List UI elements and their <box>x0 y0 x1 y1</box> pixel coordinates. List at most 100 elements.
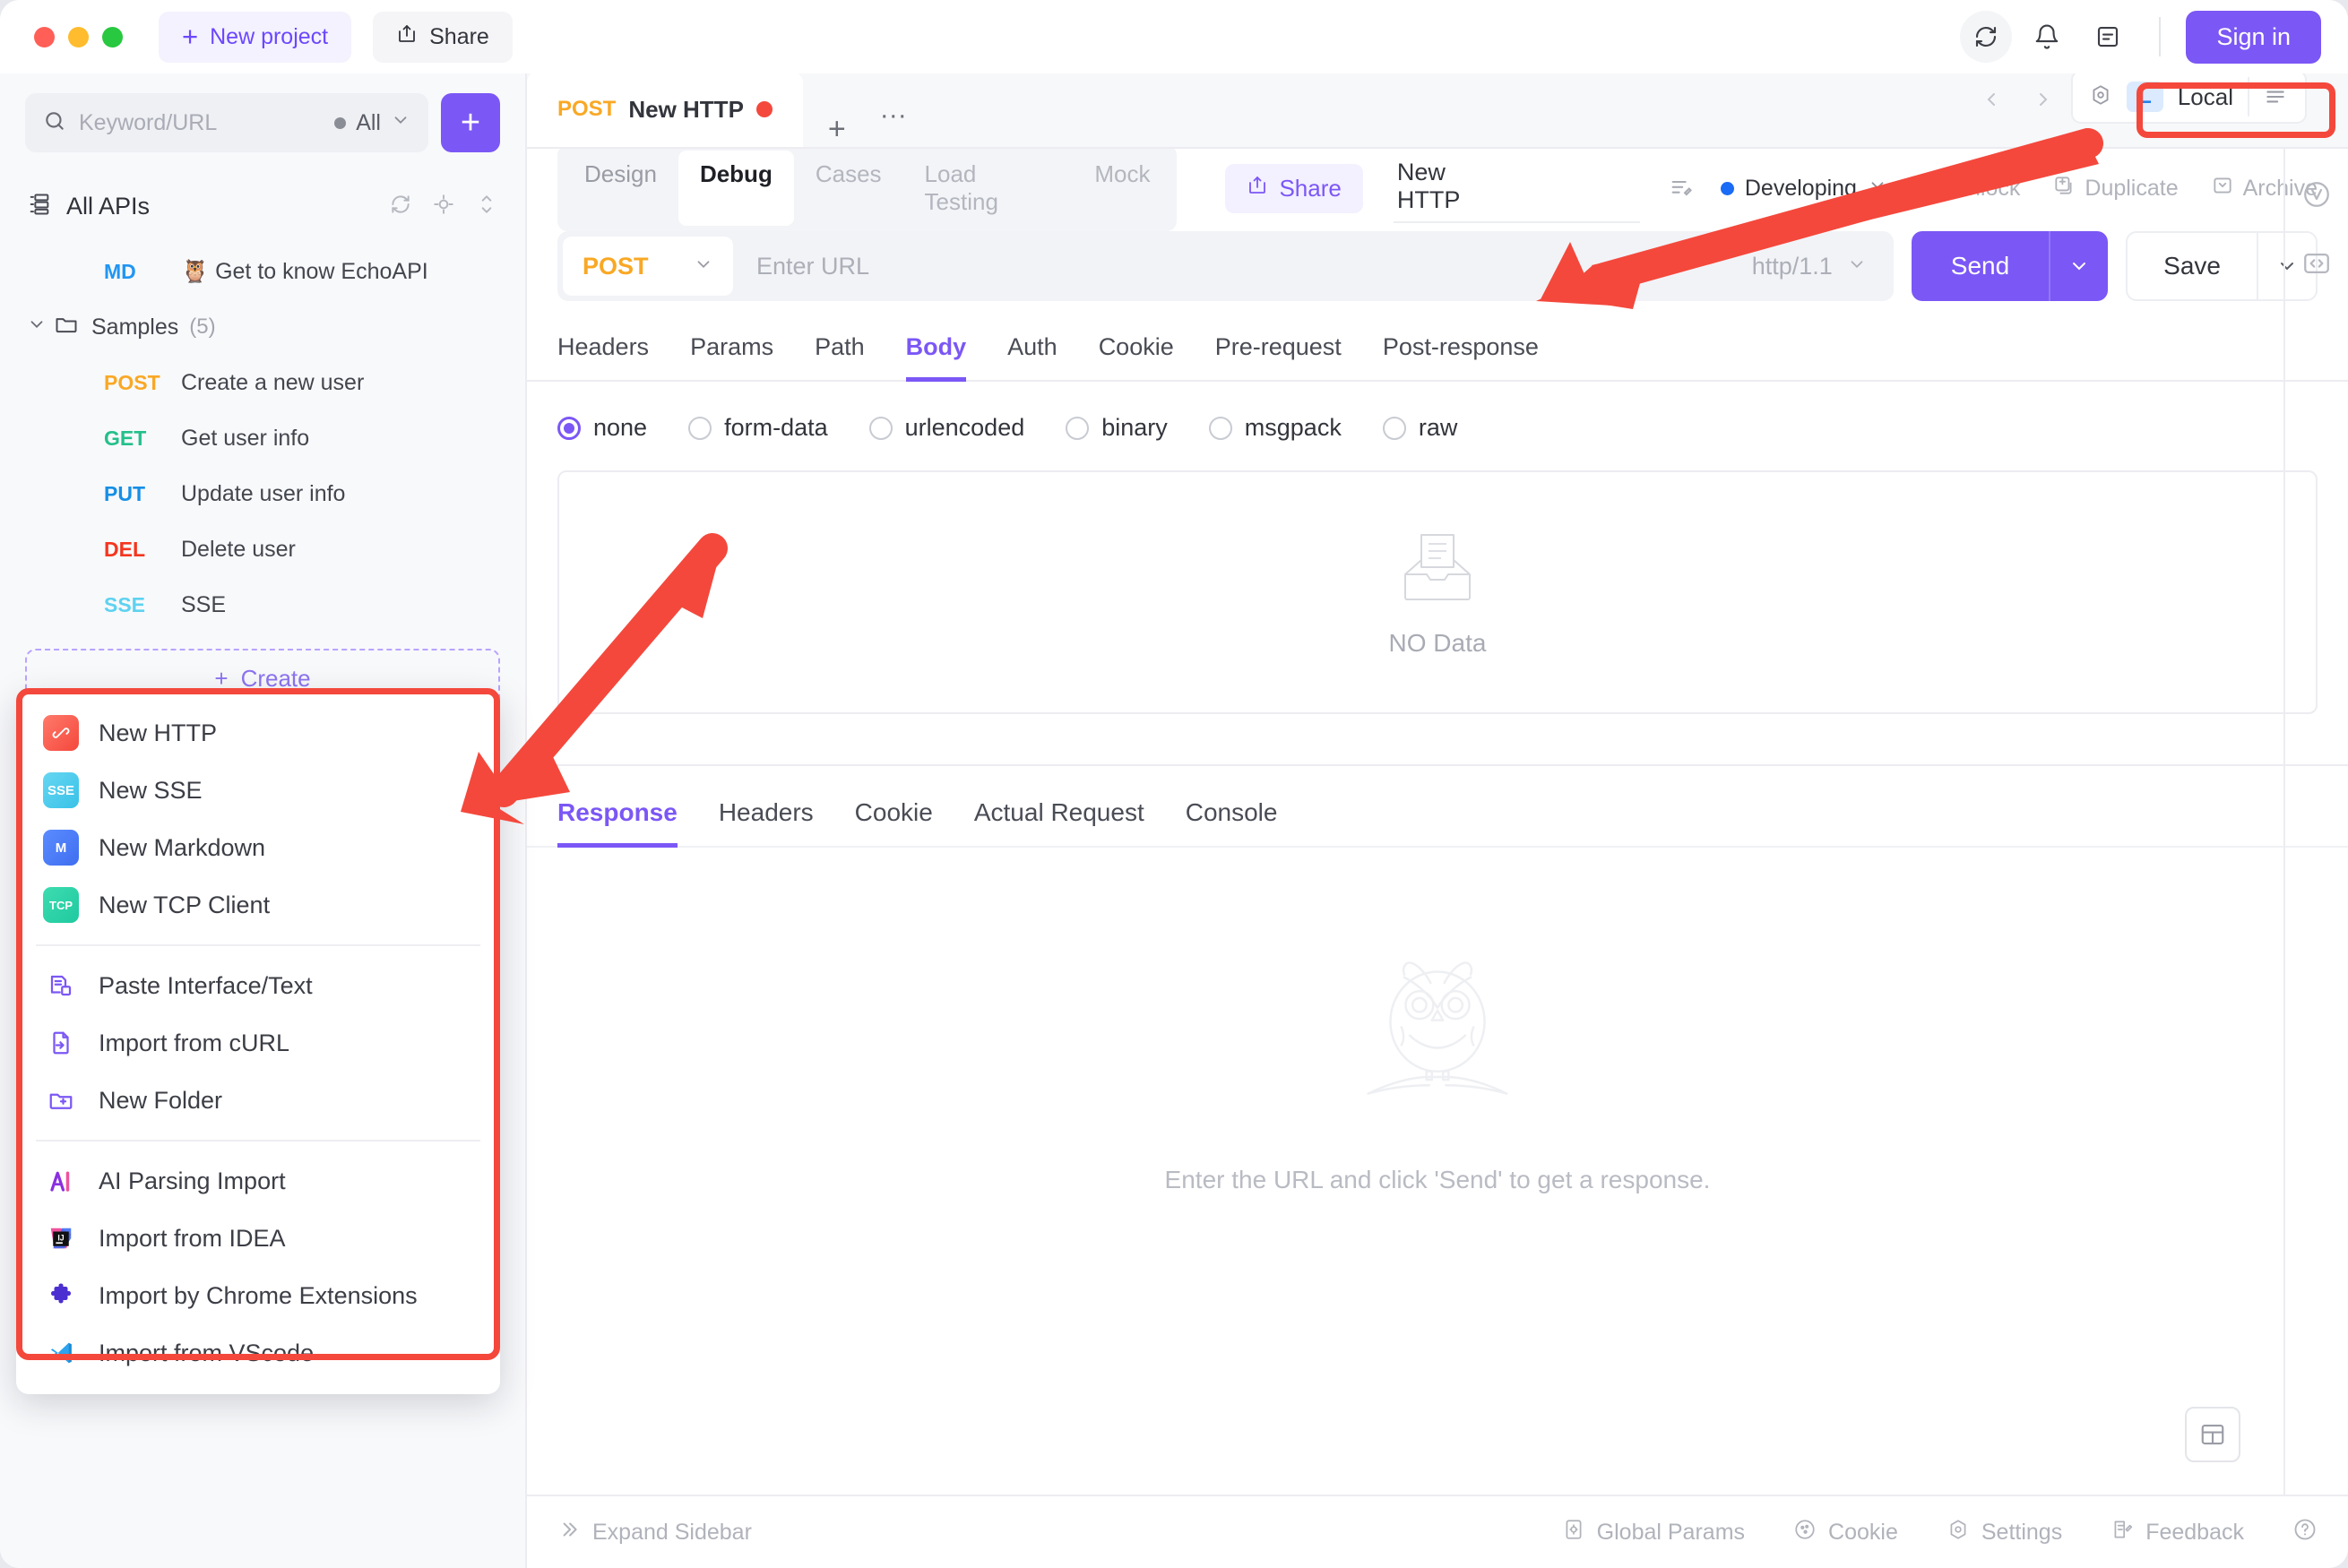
send-options-caret-icon[interactable] <box>2049 231 2108 301</box>
code-snippet-icon[interactable] <box>2301 248 2332 283</box>
maximize-window-button[interactable] <box>102 26 123 47</box>
create-label: Create <box>240 664 311 692</box>
tab-console[interactable]: Console <box>1186 798 1278 848</box>
tab-overflow-menu-button[interactable]: ··· <box>871 100 916 147</box>
tab-cookie[interactable]: Cookie <box>1099 333 1174 382</box>
tab-debug[interactable]: Debug <box>678 151 794 226</box>
method-value: POST <box>583 252 649 280</box>
description-icon[interactable] <box>1669 176 1694 201</box>
tab-actual-request[interactable]: Actual Request <box>974 798 1144 848</box>
tree-item-sse[interactable]: SSE SSE <box>0 577 525 633</box>
body-type-msgpack[interactable]: msgpack <box>1208 414 1342 442</box>
tree-item-create-a-new-user[interactable]: POST Create a new user <box>0 355 525 410</box>
tab-body[interactable]: Body <box>905 333 967 382</box>
environment-selector[interactable]: L Local <box>2071 70 2307 124</box>
body-type-binary[interactable]: binary <box>1066 414 1168 442</box>
body-type-raw[interactable]: raw <box>1382 414 1457 442</box>
tree-item-get-user-info[interactable]: GET Get user info <box>0 410 525 466</box>
tree-item-label: Delete user <box>181 536 296 562</box>
unlock-action[interactable]: Unlock <box>1920 174 2020 203</box>
toggle-panel-layout-button[interactable] <box>2185 1407 2240 1462</box>
send-button[interactable]: Send <box>1911 231 2109 301</box>
menu-item-new-sse[interactable]: SSE New SSE <box>16 762 500 819</box>
search-filter-dropdown[interactable]: All <box>334 110 410 136</box>
svg-text:IJ: IJ <box>57 1234 64 1243</box>
body-type-form-data[interactable]: form-data <box>688 414 828 442</box>
tab-mock[interactable]: Mock <box>1073 151 1171 226</box>
cookie-button[interactable]: Cookie <box>1793 1518 1898 1547</box>
share-button[interactable]: Share <box>373 11 513 63</box>
pane-splitter[interactable] <box>527 764 2348 766</box>
plus-icon: + <box>182 20 199 52</box>
sync-icon[interactable] <box>1960 11 2013 63</box>
menu-item-new-http[interactable]: New HTTP <box>16 704 500 762</box>
share-request-button[interactable]: Share <box>1225 163 1363 213</box>
tab-post-response[interactable]: Post-response <box>1383 333 1539 382</box>
tab-headers[interactable]: Headers <box>557 333 649 382</box>
request-status-dropdown[interactable]: Developing <box>1720 176 1887 202</box>
expand-sidebar-button[interactable]: Expand Sidebar <box>557 1518 752 1547</box>
menu-item-import-by-chrome-extensions[interactable]: Import by Chrome Extensions <box>16 1267 500 1324</box>
all-apis-header[interactable]: All APIs <box>0 183 525 229</box>
tab-design[interactable]: Design <box>563 151 678 226</box>
add-api-button[interactable]: + <box>441 93 500 152</box>
menu-item-import-from-curl[interactable]: Import from cURL <box>16 1014 500 1072</box>
tab-response-headers[interactable]: Headers <box>719 798 814 848</box>
tree-item-delete-user[interactable]: DEL Delete user <box>0 521 525 577</box>
tab-response-cookie[interactable]: Cookie <box>855 798 933 848</box>
menu-item-import-from-vscode[interactable]: Import from VScode <box>16 1324 500 1382</box>
tab-cases[interactable]: Cases <box>794 151 903 226</box>
tab-pre-request[interactable]: Pre-request <box>1215 333 1342 382</box>
version-icon[interactable] <box>2301 179 2332 214</box>
search-input[interactable]: Keyword/URL All <box>25 93 428 152</box>
document-tab-new-http[interactable]: POST New HTTP <box>527 72 803 147</box>
tree-folder-samples[interactable]: Samples (5) <box>0 299 525 355</box>
http-method-select[interactable]: POST <box>563 237 733 296</box>
global-params-button[interactable]: Global Params <box>1562 1518 1745 1547</box>
tab-response[interactable]: Response <box>557 798 678 848</box>
locate-icon[interactable] <box>432 193 455 220</box>
tab-auth[interactable]: Auth <box>1007 333 1057 382</box>
new-tab-button[interactable]: + <box>803 112 871 147</box>
settings-button[interactable]: Settings <box>1947 1518 2062 1547</box>
tree-item-get-to-know-echoapi[interactable]: MD 🦉 Get to know EchoAPI <box>0 244 525 299</box>
menu-item-ai-parsing-import[interactable]: AI Parsing Import <box>16 1152 500 1210</box>
settings-label: Settings <box>1981 1519 2063 1545</box>
tab-load-testing[interactable]: Load Testing <box>903 151 1074 226</box>
feedback-button[interactable]: Feedback <box>2111 1518 2244 1547</box>
http-version-select[interactable]: http/1.1 <box>1752 253 1888 280</box>
duplicate-action[interactable]: Duplicate <box>2052 174 2179 203</box>
tab-path[interactable]: Path <box>815 333 865 382</box>
body-type-none[interactable]: none <box>557 414 647 442</box>
chevron-double-right-icon <box>557 1518 581 1547</box>
http-tile-icon <box>43 715 79 751</box>
close-window-button[interactable] <box>34 26 55 47</box>
minimize-window-button[interactable] <box>68 26 89 47</box>
environment-menu-icon[interactable] <box>2248 77 2300 116</box>
menu-item-import-from-idea[interactable]: IJ Import from IDEA <box>16 1210 500 1267</box>
sign-in-button[interactable]: Sign in <box>2186 10 2321 64</box>
tree-item-update-user-info[interactable]: PUT Update user info <box>0 466 525 521</box>
menu-item-new-tcp-client[interactable]: TCP New TCP Client <box>16 876 500 934</box>
menu-item-paste-interface-text[interactable]: Paste Interface/Text <box>16 957 500 1014</box>
scroll-tabs-left-icon[interactable] <box>1971 89 2014 116</box>
menu-item-new-markdown[interactable]: M New Markdown <box>16 819 500 876</box>
new-project-button[interactable]: + New project <box>159 11 352 63</box>
tab-params[interactable]: Params <box>690 333 773 382</box>
body-type-urlencoded[interactable]: urlencoded <box>868 414 1024 442</box>
menu-item-label: New Markdown <box>99 833 266 861</box>
refresh-icon[interactable] <box>389 193 412 220</box>
menu-item-label: AI Parsing Import <box>99 1167 286 1194</box>
notes-icon[interactable] <box>2082 11 2134 63</box>
help-button[interactable] <box>2292 1517 2318 1548</box>
url-input[interactable]: Enter URL <box>733 253 1752 280</box>
bell-icon[interactable] <box>2021 11 2073 63</box>
all-apis-actions <box>389 193 498 220</box>
request-title-input[interactable]: New HTTP <box>1393 153 1640 223</box>
scroll-tabs-right-icon[interactable] <box>2021 89 2064 116</box>
menu-item-new-folder[interactable]: New Folder <box>16 1072 500 1129</box>
import-curl-icon <box>43 1030 79 1056</box>
sort-icon[interactable] <box>475 193 498 220</box>
archive-icon <box>2211 174 2234 203</box>
body-type-radio-group: none form-data urlencoded binary msgpack… <box>527 414 2348 442</box>
